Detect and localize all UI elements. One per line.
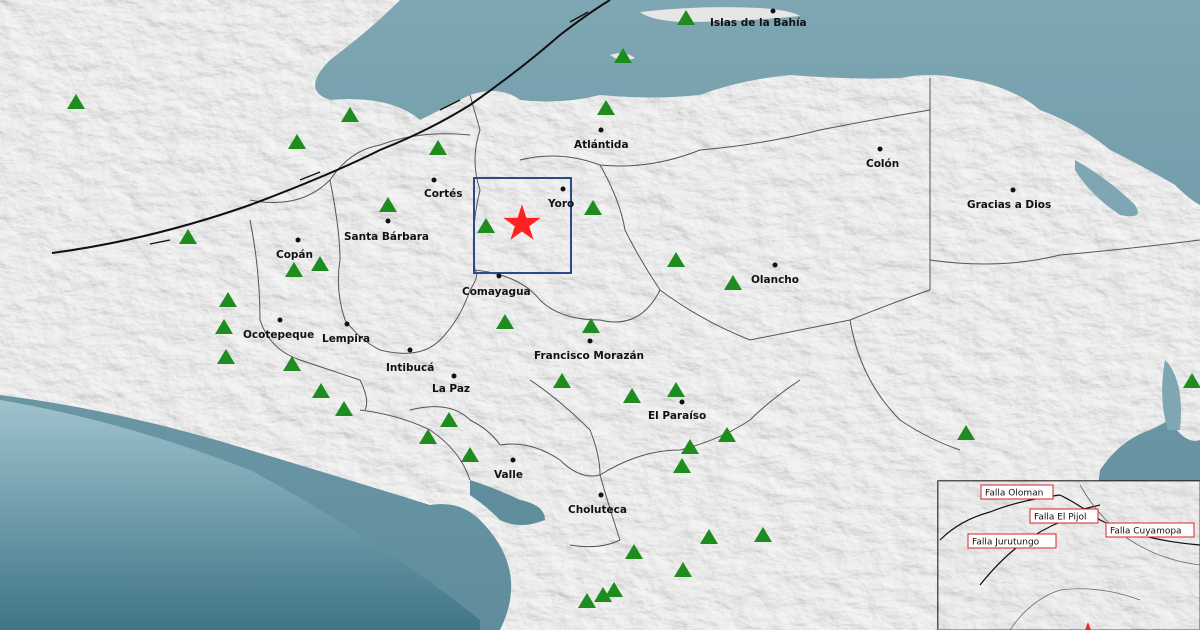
label-atlantida: Atlántida	[574, 139, 629, 151]
label-valle: Valle	[494, 469, 523, 481]
label-cortes: Cortés	[424, 188, 463, 200]
svg-text:Falla Oloman: Falla Oloman	[985, 489, 1043, 499]
label-santa-barbara: Santa Bárbara	[344, 231, 429, 243]
label-copan: Copán	[276, 249, 313, 261]
label-ocotepeque: Ocotepeque	[243, 329, 314, 341]
label-comayagua: Comayagua	[462, 286, 531, 298]
label-francisco-morazan: Francisco Morazán	[534, 350, 644, 362]
svg-text:Falla Jurutungo: Falla Jurutungo	[972, 538, 1040, 548]
fault-label-oloman: Falla Oloman	[980, 484, 1054, 500]
label-islas-de-la-bahia: Islas de la Bahía	[710, 17, 807, 29]
label-choluteca: Choluteca	[568, 504, 627, 516]
label-la-paz: La Paz	[432, 383, 470, 395]
map-svg: Islas de la Bahía Atlántida Cortés Yoro …	[0, 0, 1200, 630]
label-intibuca: Intibucá	[386, 362, 434, 374]
seismic-map: Islas de la Bahía Atlántida Cortés Yoro …	[0, 0, 1200, 630]
fault-label-cuyamopa: Falla Cuyamopa	[1105, 522, 1195, 538]
label-lempira: Lempira	[322, 333, 370, 345]
label-colon: Colón	[866, 158, 899, 170]
fault-label-el-pijol: Falla El Pijol	[1029, 508, 1099, 524]
label-gracias-a-dios: Gracias a Dios	[967, 199, 1051, 211]
fault-label-jurutungo: Falla Jurutungo	[967, 533, 1057, 549]
label-olancho: Olancho	[751, 274, 799, 286]
svg-text:Falla El Pijol: Falla El Pijol	[1034, 513, 1087, 523]
inset-map: Falla Oloman Falla El Pijol Falla Cuyamo…	[937, 480, 1200, 630]
svg-text:Falla Cuyamopa: Falla Cuyamopa	[1110, 527, 1182, 537]
label-el-paraiso: El Paraíso	[648, 410, 706, 422]
label-yoro: Yoro	[547, 198, 574, 210]
